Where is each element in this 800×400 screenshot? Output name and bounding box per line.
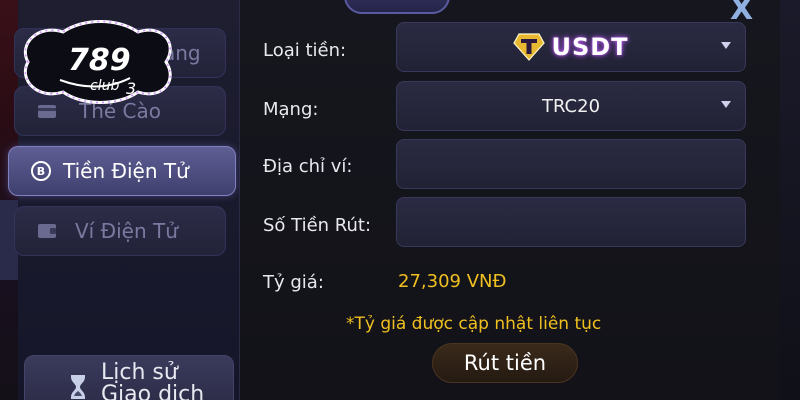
wallet-address-input[interactable] <box>396 139 746 189</box>
history-label: Lịch sử Giao dịch <box>101 360 205 400</box>
hourglass-icon <box>69 374 87 400</box>
chevron-down-icon <box>721 42 731 49</box>
tether-icon <box>513 33 546 61</box>
coin-b-icon: B <box>31 161 51 181</box>
rate-value: 27,309 VNĐ <box>398 271 507 292</box>
sidebar-item-crypto[interactable]: B Tiền Điện Tử <box>8 146 236 196</box>
amount-label: Số Tiền Rút: <box>263 215 372 236</box>
svg-text:789: 789 <box>68 43 131 78</box>
withdraw-button[interactable]: Rút tiền <box>432 343 578 383</box>
wallet-icon <box>37 221 57 241</box>
wallet-address-label: Địa chỉ ví: <box>263 156 353 177</box>
right-edge <box>780 0 800 400</box>
rate-label: Tỷ giá: <box>263 272 324 293</box>
network-value: TRC20 <box>541 95 601 117</box>
chevron-down-icon <box>721 101 731 108</box>
currency-value: USDT <box>551 33 629 61</box>
sidebar-item-ewallet[interactable]: Ví Điện Tử <box>14 206 226 256</box>
currency-label: Loại tiền: <box>263 40 347 61</box>
sidebar-item-label: Ví Điện Tử <box>75 219 178 243</box>
rate-note: *Tỷ giá được cập nhật liên tục <box>346 314 602 334</box>
logo: 789 club 3 <box>24 20 172 104</box>
svg-text:3: 3 <box>126 79 136 98</box>
panel-top-tab <box>344 0 450 14</box>
currency-select[interactable]: USDT <box>396 22 746 72</box>
network-select[interactable]: TRC20 <box>396 81 746 131</box>
history-button[interactable]: Lịch sử Giao dịch <box>24 355 234 400</box>
amount-input[interactable] <box>396 197 746 247</box>
sidebar-item-label: Tiền Điện Tử <box>63 159 189 183</box>
network-label: Mạng: <box>263 99 319 120</box>
